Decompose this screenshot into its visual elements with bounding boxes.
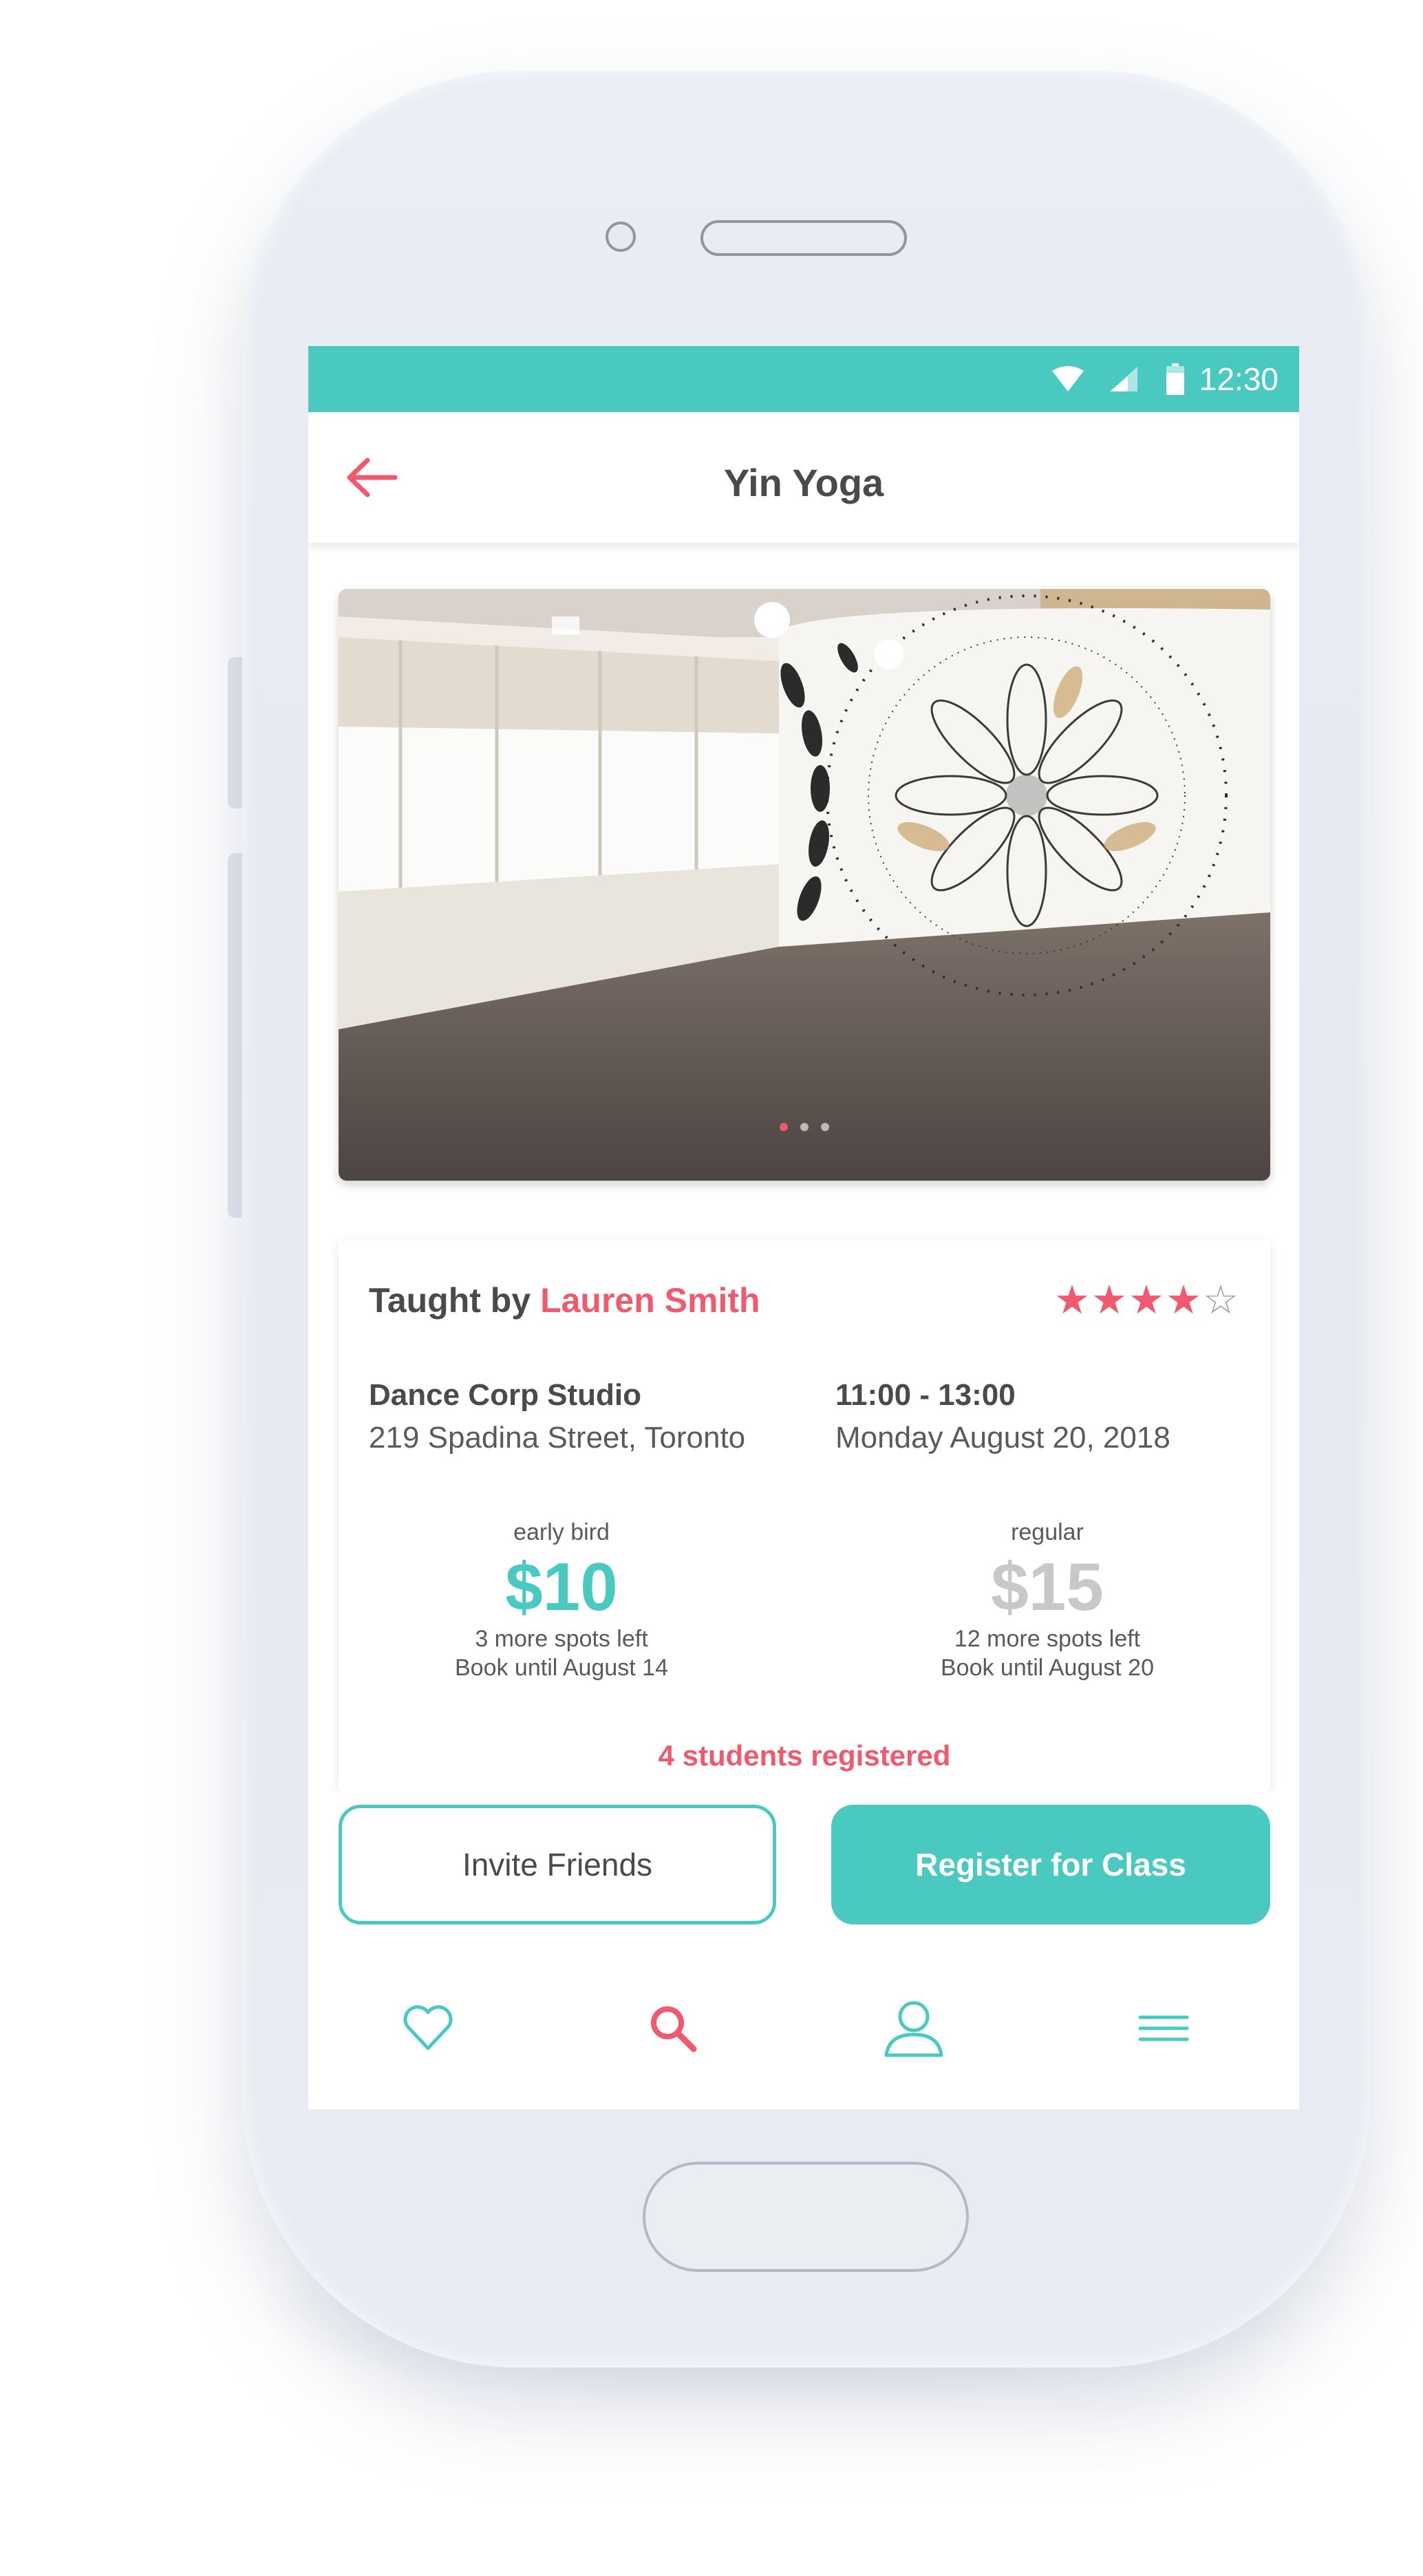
status-clock: 12:30 xyxy=(1199,361,1278,397)
carousel-dot[interactable] xyxy=(821,1123,829,1131)
studio-address: 219 Spadina Street, Toronto xyxy=(369,1421,746,1455)
status-icons: 12:30 xyxy=(1051,346,1278,412)
page-title: Yin Yoga xyxy=(723,461,884,504)
power-button xyxy=(228,853,243,1218)
early-bird-price: early bird $10 3 more spots left Book un… xyxy=(383,1519,740,1683)
regular-price: regular $15 12 more spots left Book unti… xyxy=(868,1519,1226,1683)
profile-icon[interactable] xyxy=(873,1987,955,2070)
volume-button xyxy=(228,657,243,808)
instructor-link[interactable]: Lauren Smith xyxy=(540,1281,760,1320)
invite-friends-button[interactable]: Invite Friends xyxy=(339,1805,776,1924)
spots-left: 12 more spots left xyxy=(954,1625,1141,1652)
studio-name: Dance Corp Studio xyxy=(369,1378,642,1412)
spots-left: 3 more spots left xyxy=(475,1625,648,1652)
register-button[interactable]: Register for Class xyxy=(831,1805,1270,1924)
signal-icon xyxy=(1109,365,1139,393)
rating-stars: ★★★★☆ xyxy=(1054,1276,1240,1323)
status-bar: 12:30 xyxy=(308,346,1299,412)
home-button[interactable] xyxy=(643,2162,969,2272)
heart-icon[interactable] xyxy=(387,1987,469,2070)
action-bar: Invite Friends Register for Class xyxy=(308,1791,1299,1942)
carousel-dot[interactable] xyxy=(780,1123,788,1131)
class-info-card: Taught by Lauren Smith ★★★★☆ Dance Corp … xyxy=(339,1241,1270,1791)
price-amount: $10 xyxy=(505,1549,618,1624)
search-icon[interactable] xyxy=(632,1987,714,2070)
studio-photo-illustration xyxy=(339,589,1270,1181)
class-time: 11:00 - 13:00 xyxy=(835,1378,1016,1412)
taught-by-label: Taught by xyxy=(369,1281,531,1320)
registered-count: 4 students registered xyxy=(658,1739,951,1772)
book-until: Book until August 14 xyxy=(454,1655,668,1682)
app-header: Yin Yoga xyxy=(308,412,1299,543)
price-amount: $15 xyxy=(991,1549,1104,1624)
price-tier-label: regular xyxy=(1011,1519,1084,1545)
carousel-indicator[interactable] xyxy=(339,1123,1270,1131)
class-date: Monday August 20, 2018 xyxy=(835,1421,1170,1455)
wifi-icon xyxy=(1051,365,1085,393)
studio-photo[interactable] xyxy=(339,589,1270,1181)
battery-icon xyxy=(1166,363,1184,395)
book-until: Book until August 20 xyxy=(940,1655,1154,1682)
carousel-dot[interactable] xyxy=(800,1123,809,1131)
front-camera xyxy=(606,222,636,252)
app-screen: 12:30 Yin Yoga Taught by Lauren Smith ★★… xyxy=(308,346,1299,2110)
taught-by: Taught by Lauren Smith xyxy=(369,1280,760,1320)
bottom-nav xyxy=(308,1949,1299,2110)
earpiece-speaker xyxy=(700,220,907,256)
star-filled-icon: ★★★★ xyxy=(1054,1278,1203,1322)
price-tier-label: early bird xyxy=(513,1519,610,1545)
star-empty-icon: ☆ xyxy=(1203,1278,1240,1322)
menu-icon[interactable] xyxy=(1122,1987,1205,2070)
